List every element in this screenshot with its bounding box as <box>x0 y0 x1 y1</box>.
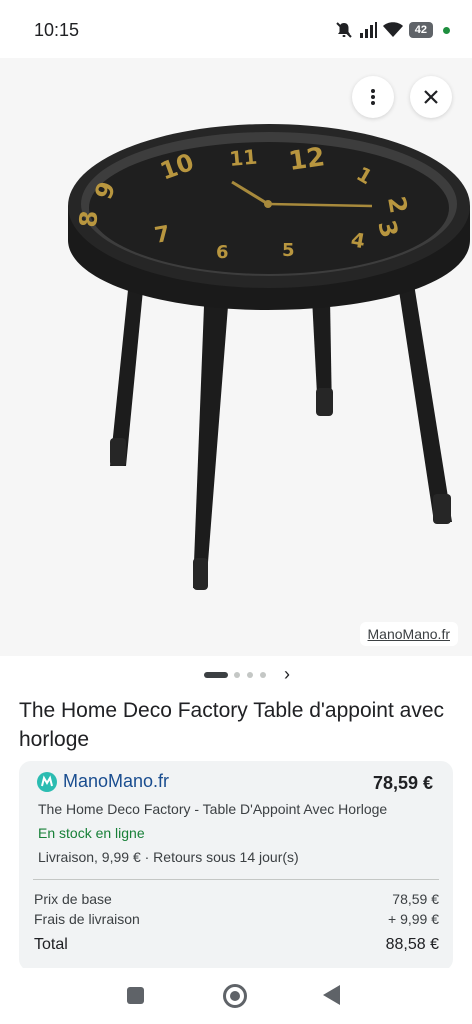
system-nav-bar <box>0 968 472 1024</box>
close-button[interactable] <box>410 76 452 118</box>
close-icon <box>424 90 438 104</box>
more-options-button[interactable] <box>352 76 394 118</box>
privacy-dot <box>443 26 450 34</box>
carousel-dot-active[interactable] <box>204 672 228 678</box>
base-price-label: Prix de base <box>34 891 112 907</box>
offer-card[interactable]: ManoMano.fr 78,59 € The Home Deco Factor… <box>19 761 453 971</box>
svg-text:12: 12 <box>287 142 327 177</box>
product-title: The Home Deco Factory Table d'appoint av… <box>19 699 445 751</box>
base-price-row: Prix de base 78,59 € <box>34 891 439 907</box>
product-image[interactable]: 12 11 10 9 8 7 6 5 4 3 2 1 ManoMano.fr <box>0 58 472 656</box>
chevron-right-icon[interactable]: › <box>284 664 290 685</box>
svg-text:6: 6 <box>216 242 229 263</box>
status-bar: 10:15 42 <box>0 0 472 58</box>
merchant[interactable]: ManoMano.fr <box>37 771 169 792</box>
wifi-icon <box>382 22 403 37</box>
shipping-label: Frais de livraison <box>34 911 140 927</box>
recents-button[interactable] <box>127 987 144 1004</box>
svg-text:8: 8 <box>74 209 103 228</box>
back-button[interactable] <box>323 985 340 1005</box>
delivery-info: Livraison, 9,99 € · Retours sous 14 jour… <box>38 849 299 865</box>
offer-price: 78,59 € <box>372 773 433 793</box>
image-source-link[interactable]: ManoMano.fr <box>359 622 458 646</box>
battery-indicator: 42 <box>408 22 433 38</box>
manomano-logo-icon <box>37 771 57 792</box>
divider <box>33 879 439 880</box>
total-value: 88,58 € <box>385 936 439 953</box>
home-button[interactable] <box>223 984 247 1008</box>
svg-text:11: 11 <box>228 145 258 171</box>
clock-table-illustration: 12 11 10 9 8 7 6 5 4 3 2 1 <box>68 124 470 590</box>
status-time: 10:15 <box>34 20 80 40</box>
mute-icon <box>336 22 352 38</box>
shipping-row: Frais de livraison + 9,99 € <box>34 911 439 927</box>
carousel-dot[interactable] <box>260 672 266 678</box>
carousel-dot[interactable] <box>234 672 240 678</box>
total-label: Total <box>34 936 68 953</box>
signal-icon <box>359 22 377 38</box>
offer-description: The Home Deco Factory - Table D'Appoint … <box>38 801 388 817</box>
merchant-name[interactable]: ManoMano.fr <box>63 771 169 792</box>
stock-status: En stock en ligne <box>38 825 145 841</box>
more-vert-icon <box>371 89 375 105</box>
carousel-dot[interactable] <box>247 672 253 678</box>
status-icons: 42 <box>335 21 450 39</box>
total-row: Total 88,58 € <box>34 936 439 954</box>
base-price-value: 78,59 € <box>392 891 439 907</box>
shipping-value: + 9,99 € <box>388 911 439 927</box>
svg-text:5: 5 <box>282 240 295 261</box>
image-carousel-indicator: › <box>0 664 472 686</box>
